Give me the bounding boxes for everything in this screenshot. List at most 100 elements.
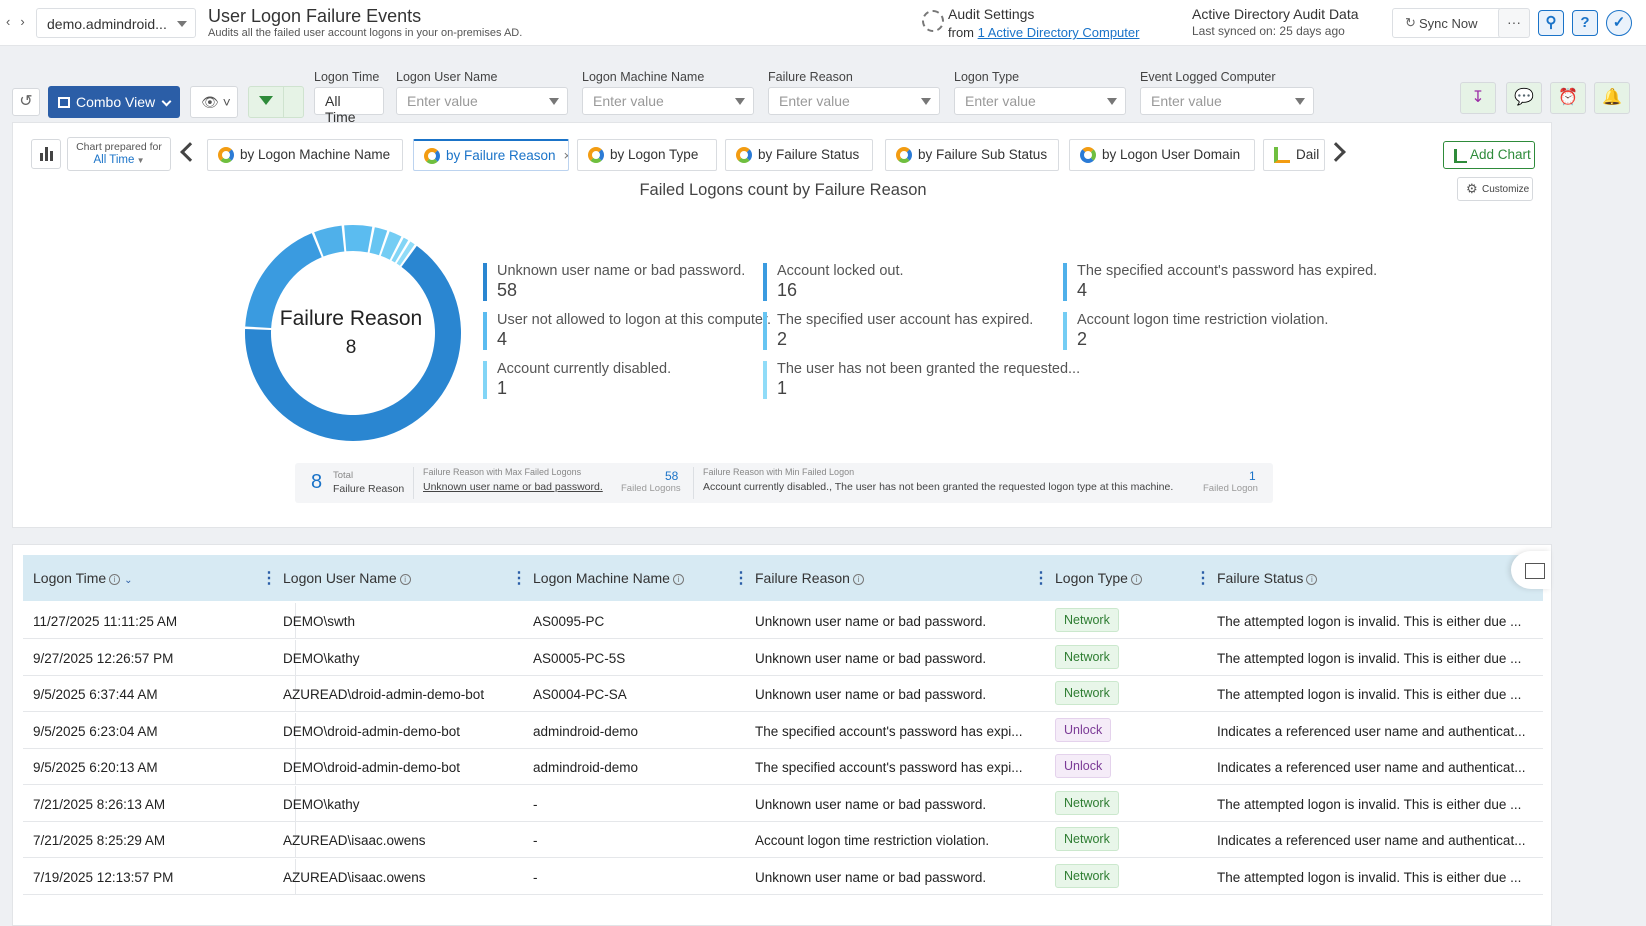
logon-time-select[interactable]: All Time <box>314 87 384 125</box>
table-cell: The attempted logon is invalid. This is … <box>1217 650 1522 666</box>
filter-dropdown[interactable] <box>283 87 304 117</box>
header-logon-user-name[interactable]: Logon User Name i <box>283 570 411 586</box>
table-view-icon <box>58 97 70 108</box>
table-row[interactable]: 7/19/2025 12:13:57 PM AZUREAD\isaac.owens… <box>23 858 1543 895</box>
legend-value: 58 <box>497 280 518 300</box>
legend-item[interactable]: The user has not been granted the reques… <box>763 361 1080 399</box>
table-cell: AS0005-PC-5S <box>533 650 626 666</box>
chart-title: Failed Logons count by Failure Reason <box>639 181 927 199</box>
caret-down-icon <box>1107 98 1117 105</box>
more-options-button[interactable]: ··· <box>1498 8 1530 38</box>
close-icon[interactable]: × <box>564 148 568 163</box>
bar-chart-icon[interactable] <box>31 139 61 169</box>
reset-icon[interactable]: ↺ <box>12 88 40 116</box>
column-selector-icon[interactable] <box>1511 551 1551 589</box>
legend-item[interactable]: The specified account's password has exp… <box>1063 263 1377 301</box>
info-icon[interactable]: i <box>399 574 411 585</box>
add-chart-button[interactable]: Add Chart <box>1443 141 1535 169</box>
header-logon-machine-name[interactable]: Logon Machine Name i <box>533 570 684 586</box>
table-row[interactable]: 9/5/2025 6:20:13 AM DEMO\droid-admin-demo… <box>23 749 1543 785</box>
chevron-left-icon[interactable] <box>180 142 200 162</box>
tab-label: by Logon Machine Name <box>240 147 391 162</box>
info-icon[interactable]: i <box>852 574 864 585</box>
tab-logon-machine-name[interactable]: by Logon Machine Name <box>207 139 403 171</box>
header-logon-type[interactable]: Logon Type i <box>1055 570 1142 586</box>
legend-item[interactable]: Account logon time restriction violation… <box>1063 312 1328 350</box>
user-filter-input[interactable]: Enter value <box>396 87 568 115</box>
table-row[interactable]: 9/5/2025 6:37:44 AM AZUREAD\droid-admin-d… <box>23 676 1543 712</box>
divider <box>693 467 694 499</box>
donut-center-value: 8 <box>345 337 357 358</box>
sort-chevron-icon[interactable]: ⌄ <box>124 575 132 586</box>
legend-item[interactable]: Account currently disabled. 1 <box>483 361 671 399</box>
tab-logon-user-domain[interactable]: by Logon User Domain <box>1069 139 1255 171</box>
tab-label: by Logon Type <box>610 147 699 162</box>
donut-slice[interactable] <box>344 225 373 253</box>
table-row[interactable]: 9/27/2025 12:26:57 PM DEMO\kathy AS0005-PC… <box>23 639 1543 676</box>
back-arrow-icon[interactable]: ‹ <box>6 14 10 29</box>
help-icon[interactable]: ? <box>1572 10 1598 36</box>
legend-item[interactable]: Unknown user name or bad password. 58 <box>483 263 745 301</box>
column-menu-icon[interactable]: ⋮ <box>511 568 527 588</box>
column-menu-icon[interactable]: ⋮ <box>1195 568 1211 588</box>
prepared-for-value: All Time <box>93 154 135 166</box>
column-menu-icon[interactable]: ⋮ <box>1033 568 1049 588</box>
user-filter-label: Logon User Name <box>396 70 498 84</box>
legend-label: Account locked out. <box>777 263 904 279</box>
table-cell: 9/5/2025 6:20:13 AM <box>33 760 158 775</box>
header-failure-status[interactable]: Failure Status i <box>1217 570 1318 586</box>
legend-item[interactable]: Account locked out. 16 <box>763 263 904 301</box>
tab-daily[interactable]: Dail <box>1263 139 1325 171</box>
table-row[interactable]: 9/5/2025 6:23:04 AM DEMO\droid-admin-demo… <box>23 712 1543 749</box>
table-row[interactable]: 7/21/2025 8:25:29 AM AZUREAD\isaac.owens -… <box>23 822 1543 858</box>
column-menu-icon[interactable]: ⋮ <box>261 568 277 588</box>
download-icon[interactable]: ↧ <box>1460 82 1496 114</box>
summary-max-link[interactable]: Unknown user name or bad password. <box>423 481 603 493</box>
chat-icon[interactable]: 💬 <box>1506 82 1542 114</box>
type-filter-input[interactable]: Enter value <box>954 87 1126 115</box>
legend-label: User not allowed to logon at this comput… <box>497 312 772 328</box>
tenant-selector[interactable]: demo.admindroid... <box>36 8 196 38</box>
table-row[interactable]: 11/27/2025 11:11:25 AM DEMO\swth AS0095-PC… <box>23 603 1543 639</box>
info-icon[interactable]: i <box>1306 574 1318 585</box>
header-failure-reason[interactable]: Failure Reason i <box>755 570 864 586</box>
eye-icon[interactable]: 👁 ˅ <box>190 86 238 118</box>
verified-icon[interactable]: ✓ <box>1606 10 1632 36</box>
table-cell: Indicates a referenced user name and aut… <box>1217 833 1526 848</box>
legend-value: 1 <box>497 378 508 398</box>
column-menu-icon[interactable]: ⋮ <box>733 568 749 588</box>
legend-item[interactable]: The specified user account has expired. 2 <box>763 312 1033 350</box>
info-icon[interactable]: i <box>672 574 684 585</box>
tab-label: Dail <box>1296 147 1320 162</box>
donut-center: Failure Reason 8 <box>269 307 433 359</box>
page-title: User Logon Failure Events <box>208 6 422 26</box>
alert-bell-icon[interactable]: 🔔 <box>1594 82 1630 114</box>
audit-computer-link[interactable]: 1 Active Directory Computer <box>978 25 1140 40</box>
schedule-icon[interactable]: ⏰ <box>1550 82 1586 114</box>
filter-button[interactable] <box>248 86 304 118</box>
tab-failure-sub-status[interactable]: by Failure Sub Status <box>885 139 1059 171</box>
info-icon[interactable]: i <box>1130 574 1142 585</box>
legend-item[interactable]: User not allowed to logon at this comput… <box>483 312 771 350</box>
table-row[interactable]: 7/21/2025 8:26:13 AM DEMO\kathy - Unknown u… <box>23 785 1543 822</box>
logon-type-badge: Unlock <box>1055 717 1112 742</box>
header-label: Logon User Name <box>283 570 397 586</box>
combo-view-button[interactable]: Combo View <box>48 86 180 118</box>
chevron-right-icon[interactable] <box>1326 142 1346 162</box>
reason-filter-input[interactable]: Enter value <box>768 87 940 115</box>
forward-arrow-icon[interactable]: › <box>20 14 24 29</box>
legend-label: Account logon time restriction violation… <box>1077 312 1329 328</box>
tab-label: by Failure Sub Status <box>918 147 1048 162</box>
legend-value: 16 <box>777 280 798 300</box>
table-cell: admindroid-demo <box>533 723 639 739</box>
machine-filter-input[interactable]: Enter value <box>582 87 754 115</box>
sync-now-button[interactable]: Sync Now <box>1392 8 1502 38</box>
info-icon[interactable]: i <box>109 574 121 585</box>
header-logon-time[interactable]: Logon Time i ⌄ <box>33 570 132 586</box>
search-icon[interactable]: ⚲ <box>1538 10 1564 36</box>
computer-filter-input[interactable]: Enter value <box>1140 87 1314 115</box>
tab-failure-reason[interactable]: by Failure Reason × <box>413 139 569 171</box>
tab-logon-type[interactable]: by Logon Type <box>577 139 717 171</box>
chart-prepared-for[interactable]: Chart prepared for All Time ▼ <box>67 137 171 171</box>
tab-failure-status[interactable]: by Failure Status <box>725 139 873 171</box>
